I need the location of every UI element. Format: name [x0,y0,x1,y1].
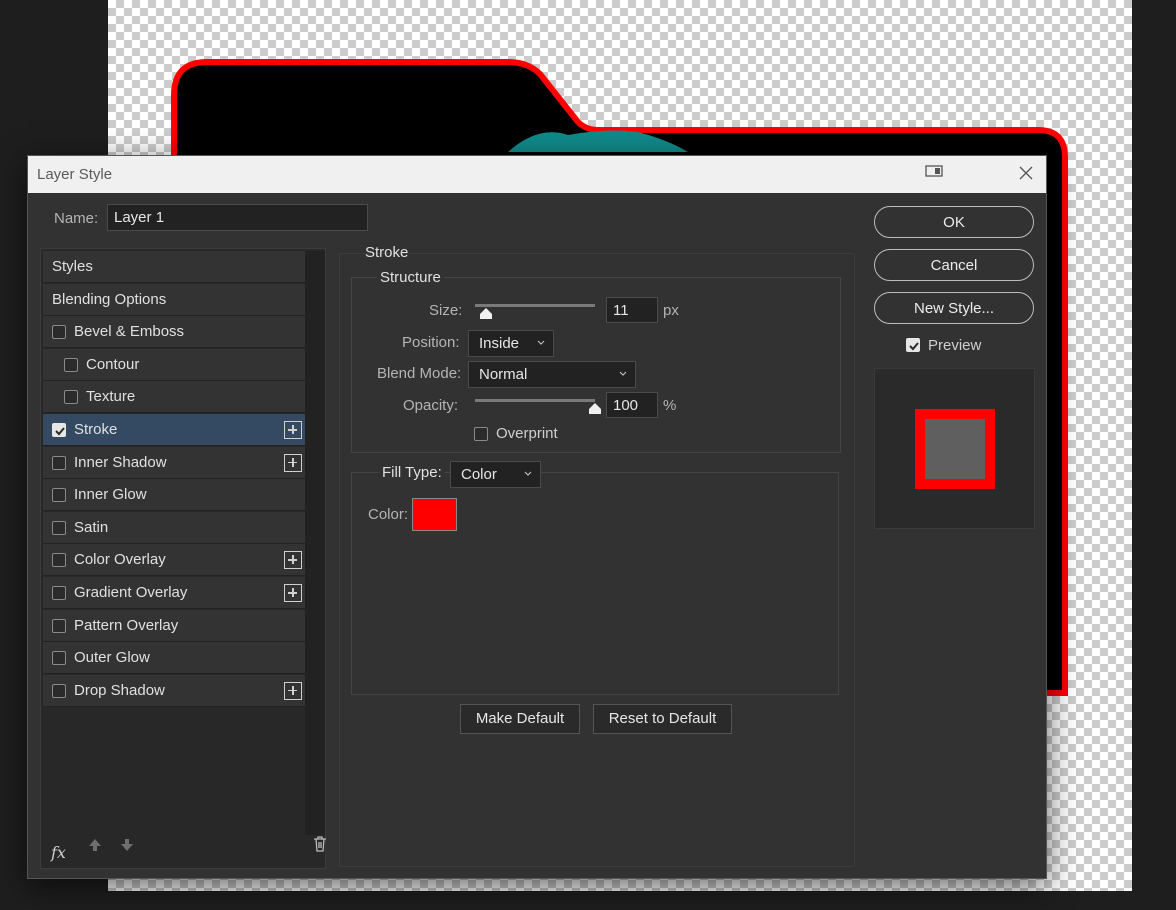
new-style-button[interactable]: New Style... [874,292,1034,324]
opacity-label: Opacity: [403,397,459,414]
add-effect-icon[interactable] [284,421,302,439]
add-effect-icon[interactable] [284,551,302,570]
style-checkbox[interactable] [52,553,66,568]
blend-mode-value: Normal [479,366,528,383]
size-slider-thumb[interactable] [479,308,492,319]
style-row-label: Color Overlay [74,551,166,569]
style-row[interactable]: Blending Options [43,283,305,316]
cancel-button[interactable]: Cancel [874,249,1034,281]
color-swatch[interactable] [412,498,457,531]
blend-mode-dropdown[interactable]: Normal [468,361,636,388]
style-row[interactable]: Styles [43,251,305,283]
chevron-down-icon [537,340,545,345]
style-checkbox[interactable] [52,618,66,633]
style-row-label: Stroke [74,421,118,438]
color-label: Color: [368,506,409,523]
size-label: Size: [429,302,463,319]
style-row-label: Styles [52,258,93,275]
dialog-title: Layer Style [37,166,113,183]
style-checkbox[interactable] [52,683,66,698]
chevron-down-icon [619,371,627,376]
style-row-label: Inner Glow [74,486,147,504]
title-bar[interactable]: Layer Style [28,156,1046,193]
structure-heading: Structure [377,269,444,286]
close-icon[interactable] [1018,165,1034,181]
position-dropdown[interactable]: Inside [468,330,554,357]
make-default-button[interactable]: Make Default [460,704,580,734]
style-checkbox[interactable] [52,651,66,666]
preview-thumbnail [915,409,995,489]
style-checkbox[interactable] [52,586,66,600]
position-label: Position: [402,334,460,351]
styles-scrollbar[interactable] [305,251,325,835]
preview-checkbox[interactable] [906,338,920,352]
fx-menu-button[interactable]: fx [51,843,66,862]
style-checkbox[interactable] [64,390,78,405]
ok-button[interactable]: OK [874,206,1034,238]
style-row-label: Drop Shadow [74,681,165,699]
size-unit: px [663,302,679,319]
style-row-label: Contour [86,355,140,373]
reset-to-default-button[interactable]: Reset to Default [593,704,732,734]
style-row[interactable]: Color Overlay [43,544,305,577]
position-value: Inside [479,335,520,352]
size-input[interactable]: 11 [606,297,658,323]
style-checkbox[interactable] [52,488,66,503]
style-row-label: Satin [74,518,109,536]
trash-icon[interactable] [312,835,328,853]
overprint-label: Overprint [496,425,558,442]
name-label: Name: [54,210,99,227]
preview-label: Preview [928,337,982,354]
style-row-label: Bevel & Emboss [74,323,185,341]
style-preview [874,368,1035,529]
stroke-heading: Stroke [365,244,409,261]
style-row-label: Texture [86,388,136,406]
size-slider[interactable] [475,304,595,307]
style-checkbox[interactable] [64,357,78,372]
overprint-checkbox[interactable] [474,427,488,441]
fill-type-label: Fill Type: [379,464,445,481]
blend-mode-label: Blend Mode: [377,365,462,382]
opacity-slider[interactable] [475,399,595,402]
styles-list: Styles Blending Options Bevel & Emboss Cont… [40,248,326,869]
layer-name-input[interactable]: Layer 1 [107,204,368,231]
style-row[interactable]: Inner Shadow [43,446,305,479]
style-row-label: Inner Shadow [74,453,167,471]
add-effect-icon[interactable] [284,453,302,472]
style-checkbox[interactable] [52,423,66,437]
move-down-icon[interactable] [119,837,135,853]
style-row-label: Blending Options [52,290,167,308]
opacity-slider-thumb[interactable] [589,403,601,414]
check-icon [909,342,919,351]
snap-layout-icon[interactable] [925,164,943,178]
style-row[interactable]: Inner Glow [43,479,305,512]
layer-style-dialog: Layer Style Name: Layer 1 Styles Blending… [27,155,1047,879]
opacity-input[interactable]: 100 [606,392,658,418]
style-row-label: Pattern Overlay [74,616,179,634]
style-checkbox[interactable] [52,520,66,535]
style-row[interactable]: Gradient Overlay [43,577,305,609]
add-effect-icon[interactable] [284,584,302,602]
style-row[interactable]: Drop Shadow [43,674,305,707]
style-checkbox[interactable] [52,325,66,340]
check-icon [55,427,65,436]
opacity-unit: % [663,397,677,414]
fill-type-dropdown[interactable]: Color [450,461,541,488]
add-effect-icon[interactable] [284,681,302,700]
style-row[interactable]: Bevel & Emboss [43,316,305,349]
style-checkbox[interactable] [52,455,66,470]
style-row[interactable]: Pattern Overlay [43,609,305,642]
style-row-label: Outer Glow [74,649,150,667]
style-row-label: Gradient Overlay [74,584,188,601]
style-row[interactable]: Contour [43,348,305,381]
style-row[interactable]: Satin [43,511,305,544]
style-row[interactable]: Outer Glow [43,642,305,675]
fill-type-value: Color [461,466,497,483]
chevron-down-icon [524,471,532,476]
style-row[interactable]: Texture [43,381,305,414]
move-up-icon[interactable] [87,837,103,853]
style-row[interactable]: Stroke [43,414,305,446]
